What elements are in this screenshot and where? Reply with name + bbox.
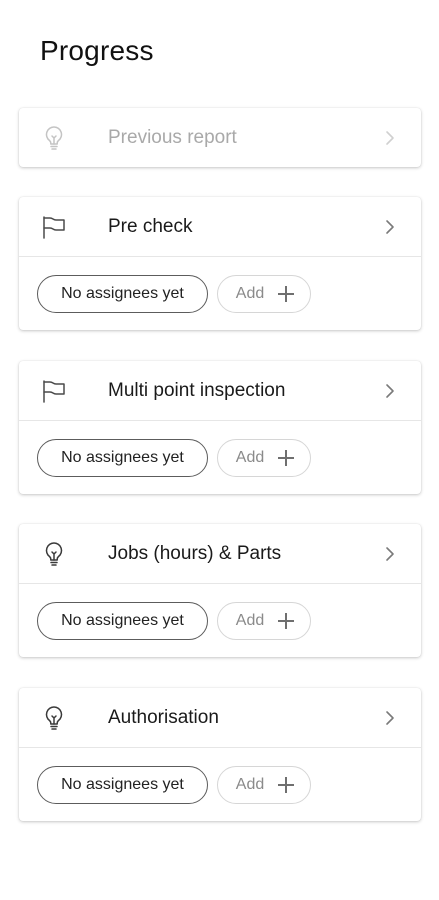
card-title: Multi point inspection	[108, 379, 286, 401]
add-label: Add	[235, 449, 265, 466]
card-title: Pre check	[108, 215, 193, 237]
card-jobs-parts: Jobs (hours) & Parts No assignees yet Ad…	[19, 524, 421, 657]
card-title: Jobs (hours) & Parts	[108, 542, 282, 564]
add-assignee-button[interactable]: Add	[217, 602, 311, 640]
card-header[interactable]: Previous report	[19, 108, 421, 167]
add-label: Add	[235, 776, 265, 793]
add-assignee-button[interactable]: Add	[217, 766, 311, 804]
card-footer: No assignees yet Add	[19, 256, 421, 330]
progress-page: Progress Previous report Pre check No as…	[0, 0, 439, 900]
card-footer: No assignees yet Add	[19, 747, 421, 821]
chevron-right-icon	[386, 546, 394, 561]
page-title: Progress	[40, 35, 154, 66]
card-title: Authorisation	[108, 706, 219, 728]
lightbulb-icon	[41, 705, 67, 731]
flag-icon	[41, 378, 67, 404]
lightbulb-icon	[41, 541, 67, 567]
plus-icon	[278, 450, 295, 466]
add-label: Add	[235, 612, 265, 629]
plus-icon	[278, 286, 295, 302]
plus-icon	[278, 613, 295, 629]
add-label: Add	[235, 285, 265, 302]
add-assignee-button[interactable]: Add	[217, 275, 311, 313]
lightbulb-icon	[41, 125, 67, 151]
flag-icon	[41, 214, 67, 240]
card-pre-check: Pre check No assignees yet Add	[19, 197, 421, 330]
assignees-chip[interactable]: No assignees yet	[37, 275, 208, 313]
card-authorisation: Authorisation No assignees yet Add	[19, 688, 421, 821]
card-previous-report[interactable]: Previous report	[19, 108, 421, 167]
card-title: Previous report	[108, 126, 237, 148]
chevron-right-icon	[386, 219, 394, 234]
add-assignee-button[interactable]: Add	[217, 439, 311, 477]
plus-icon	[278, 777, 295, 793]
card-footer: No assignees yet Add	[19, 420, 421, 494]
card-header[interactable]: Multi point inspection	[19, 361, 421, 420]
chevron-right-icon	[386, 130, 394, 145]
card-header[interactable]: Jobs (hours) & Parts	[19, 524, 421, 583]
assignees-chip[interactable]: No assignees yet	[37, 439, 208, 477]
chevron-right-icon	[386, 710, 394, 725]
chevron-right-icon	[386, 383, 394, 398]
card-multi-point-inspection: Multi point inspection No assignees yet …	[19, 361, 421, 494]
card-header[interactable]: Authorisation	[19, 688, 421, 747]
card-footer: No assignees yet Add	[19, 583, 421, 657]
assignees-chip[interactable]: No assignees yet	[37, 602, 208, 640]
card-header[interactable]: Pre check	[19, 197, 421, 256]
assignees-chip[interactable]: No assignees yet	[37, 766, 208, 804]
